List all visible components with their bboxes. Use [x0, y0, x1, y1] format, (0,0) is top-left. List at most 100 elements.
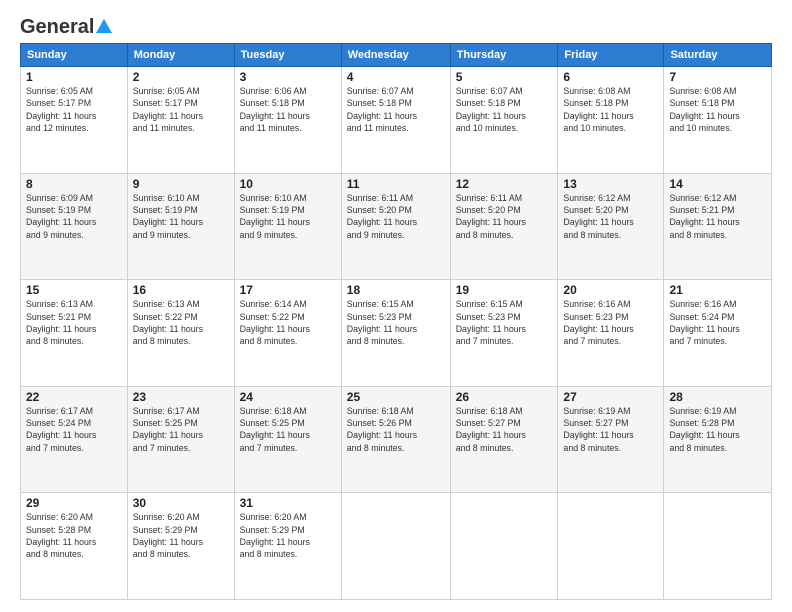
day-detail: Sunrise: 6:20 AM Sunset: 5:29 PM Dayligh…: [133, 511, 229, 560]
calendar-day-cell: 14Sunrise: 6:12 AM Sunset: 5:21 PM Dayli…: [664, 173, 772, 280]
day-detail: Sunrise: 6:11 AM Sunset: 5:20 PM Dayligh…: [456, 192, 553, 241]
calendar-day-cell: 18Sunrise: 6:15 AM Sunset: 5:23 PM Dayli…: [341, 280, 450, 387]
calendar-day-cell: 9Sunrise: 6:10 AM Sunset: 5:19 PM Daylig…: [127, 173, 234, 280]
day-number: 19: [456, 283, 553, 297]
page: General SundayMondayTuesdayWednesdayThur…: [0, 0, 792, 612]
day-number: 23: [133, 390, 229, 404]
calendar-day-cell: 21Sunrise: 6:16 AM Sunset: 5:24 PM Dayli…: [664, 280, 772, 387]
day-detail: Sunrise: 6:19 AM Sunset: 5:28 PM Dayligh…: [669, 405, 766, 454]
day-number: 18: [347, 283, 445, 297]
day-detail: Sunrise: 6:16 AM Sunset: 5:24 PM Dayligh…: [669, 298, 766, 347]
calendar-day-header: Tuesday: [234, 44, 341, 67]
calendar-day-cell: 5Sunrise: 6:07 AM Sunset: 5:18 PM Daylig…: [450, 67, 558, 174]
day-number: 5: [456, 70, 553, 84]
calendar-week-row: 8Sunrise: 6:09 AM Sunset: 5:19 PM Daylig…: [21, 173, 772, 280]
day-number: 14: [669, 177, 766, 191]
calendar-day-cell: 15Sunrise: 6:13 AM Sunset: 5:21 PM Dayli…: [21, 280, 128, 387]
day-number: 16: [133, 283, 229, 297]
day-detail: Sunrise: 6:15 AM Sunset: 5:23 PM Dayligh…: [456, 298, 553, 347]
day-number: 15: [26, 283, 122, 297]
day-number: 29: [26, 496, 122, 510]
calendar-day-cell: 25Sunrise: 6:18 AM Sunset: 5:26 PM Dayli…: [341, 386, 450, 493]
day-number: 6: [563, 70, 658, 84]
calendar-day-header: Monday: [127, 44, 234, 67]
calendar-day-cell: 12Sunrise: 6:11 AM Sunset: 5:20 PM Dayli…: [450, 173, 558, 280]
day-detail: Sunrise: 6:13 AM Sunset: 5:21 PM Dayligh…: [26, 298, 122, 347]
calendar-day-cell: 6Sunrise: 6:08 AM Sunset: 5:18 PM Daylig…: [558, 67, 664, 174]
day-detail: Sunrise: 6:17 AM Sunset: 5:24 PM Dayligh…: [26, 405, 122, 454]
calendar-day-cell: 19Sunrise: 6:15 AM Sunset: 5:23 PM Dayli…: [450, 280, 558, 387]
calendar-week-row: 22Sunrise: 6:17 AM Sunset: 5:24 PM Dayli…: [21, 386, 772, 493]
calendar-day-cell: [558, 493, 664, 600]
calendar-day-cell: 13Sunrise: 6:12 AM Sunset: 5:20 PM Dayli…: [558, 173, 664, 280]
day-number: 31: [240, 496, 336, 510]
calendar-day-cell: [341, 493, 450, 600]
day-number: 30: [133, 496, 229, 510]
day-number: 25: [347, 390, 445, 404]
logo-triangle-icon: [95, 17, 113, 35]
calendar-day-header: Wednesday: [341, 44, 450, 67]
day-number: 28: [669, 390, 766, 404]
day-detail: Sunrise: 6:10 AM Sunset: 5:19 PM Dayligh…: [133, 192, 229, 241]
day-number: 9: [133, 177, 229, 191]
day-number: 24: [240, 390, 336, 404]
calendar-day-header: Friday: [558, 44, 664, 67]
calendar-day-cell: 24Sunrise: 6:18 AM Sunset: 5:25 PM Dayli…: [234, 386, 341, 493]
day-detail: Sunrise: 6:07 AM Sunset: 5:18 PM Dayligh…: [347, 85, 445, 134]
calendar-day-cell: 2Sunrise: 6:05 AM Sunset: 5:17 PM Daylig…: [127, 67, 234, 174]
day-detail: Sunrise: 6:16 AM Sunset: 5:23 PM Dayligh…: [563, 298, 658, 347]
day-number: 27: [563, 390, 658, 404]
day-number: 1: [26, 70, 122, 84]
day-detail: Sunrise: 6:20 AM Sunset: 5:29 PM Dayligh…: [240, 511, 336, 560]
calendar-day-cell: 3Sunrise: 6:06 AM Sunset: 5:18 PM Daylig…: [234, 67, 341, 174]
day-number: 22: [26, 390, 122, 404]
calendar-day-cell: 1Sunrise: 6:05 AM Sunset: 5:17 PM Daylig…: [21, 67, 128, 174]
day-detail: Sunrise: 6:08 AM Sunset: 5:18 PM Dayligh…: [563, 85, 658, 134]
calendar-day-cell: 27Sunrise: 6:19 AM Sunset: 5:27 PM Dayli…: [558, 386, 664, 493]
day-detail: Sunrise: 6:05 AM Sunset: 5:17 PM Dayligh…: [26, 85, 122, 134]
calendar-day-cell: 17Sunrise: 6:14 AM Sunset: 5:22 PM Dayli…: [234, 280, 341, 387]
day-number: 26: [456, 390, 553, 404]
day-detail: Sunrise: 6:15 AM Sunset: 5:23 PM Dayligh…: [347, 298, 445, 347]
calendar-day-cell: 31Sunrise: 6:20 AM Sunset: 5:29 PM Dayli…: [234, 493, 341, 600]
day-detail: Sunrise: 6:12 AM Sunset: 5:20 PM Dayligh…: [563, 192, 658, 241]
day-number: 3: [240, 70, 336, 84]
logo-general-text: General: [20, 16, 94, 39]
day-detail: Sunrise: 6:11 AM Sunset: 5:20 PM Dayligh…: [347, 192, 445, 241]
calendar-day-cell: 11Sunrise: 6:11 AM Sunset: 5:20 PM Dayli…: [341, 173, 450, 280]
day-detail: Sunrise: 6:05 AM Sunset: 5:17 PM Dayligh…: [133, 85, 229, 134]
day-detail: Sunrise: 6:17 AM Sunset: 5:25 PM Dayligh…: [133, 405, 229, 454]
day-detail: Sunrise: 6:13 AM Sunset: 5:22 PM Dayligh…: [133, 298, 229, 347]
calendar-day-header: Thursday: [450, 44, 558, 67]
calendar-day-cell: [664, 493, 772, 600]
calendar-day-cell: 30Sunrise: 6:20 AM Sunset: 5:29 PM Dayli…: [127, 493, 234, 600]
day-detail: Sunrise: 6:06 AM Sunset: 5:18 PM Dayligh…: [240, 85, 336, 134]
day-number: 2: [133, 70, 229, 84]
day-number: 4: [347, 70, 445, 84]
calendar-day-cell: 26Sunrise: 6:18 AM Sunset: 5:27 PM Dayli…: [450, 386, 558, 493]
day-detail: Sunrise: 6:14 AM Sunset: 5:22 PM Dayligh…: [240, 298, 336, 347]
day-detail: Sunrise: 6:18 AM Sunset: 5:27 PM Dayligh…: [456, 405, 553, 454]
day-number: 20: [563, 283, 658, 297]
day-detail: Sunrise: 6:20 AM Sunset: 5:28 PM Dayligh…: [26, 511, 122, 560]
calendar-day-cell: 23Sunrise: 6:17 AM Sunset: 5:25 PM Dayli…: [127, 386, 234, 493]
calendar-day-cell: 20Sunrise: 6:16 AM Sunset: 5:23 PM Dayli…: [558, 280, 664, 387]
day-detail: Sunrise: 6:10 AM Sunset: 5:19 PM Dayligh…: [240, 192, 336, 241]
day-number: 10: [240, 177, 336, 191]
calendar-day-cell: [450, 493, 558, 600]
calendar-week-row: 1Sunrise: 6:05 AM Sunset: 5:17 PM Daylig…: [21, 67, 772, 174]
day-detail: Sunrise: 6:09 AM Sunset: 5:19 PM Dayligh…: [26, 192, 122, 241]
calendar-day-cell: 10Sunrise: 6:10 AM Sunset: 5:19 PM Dayli…: [234, 173, 341, 280]
calendar-day-cell: 16Sunrise: 6:13 AM Sunset: 5:22 PM Dayli…: [127, 280, 234, 387]
day-number: 12: [456, 177, 553, 191]
day-number: 8: [26, 177, 122, 191]
day-detail: Sunrise: 6:18 AM Sunset: 5:25 PM Dayligh…: [240, 405, 336, 454]
logo: General: [20, 16, 113, 35]
day-number: 7: [669, 70, 766, 84]
calendar-day-cell: 22Sunrise: 6:17 AM Sunset: 5:24 PM Dayli…: [21, 386, 128, 493]
day-detail: Sunrise: 6:08 AM Sunset: 5:18 PM Dayligh…: [669, 85, 766, 134]
calendar-week-row: 15Sunrise: 6:13 AM Sunset: 5:21 PM Dayli…: [21, 280, 772, 387]
logo-icon: General: [20, 16, 113, 39]
calendar-day-header: Sunday: [21, 44, 128, 67]
calendar-day-cell: 7Sunrise: 6:08 AM Sunset: 5:18 PM Daylig…: [664, 67, 772, 174]
